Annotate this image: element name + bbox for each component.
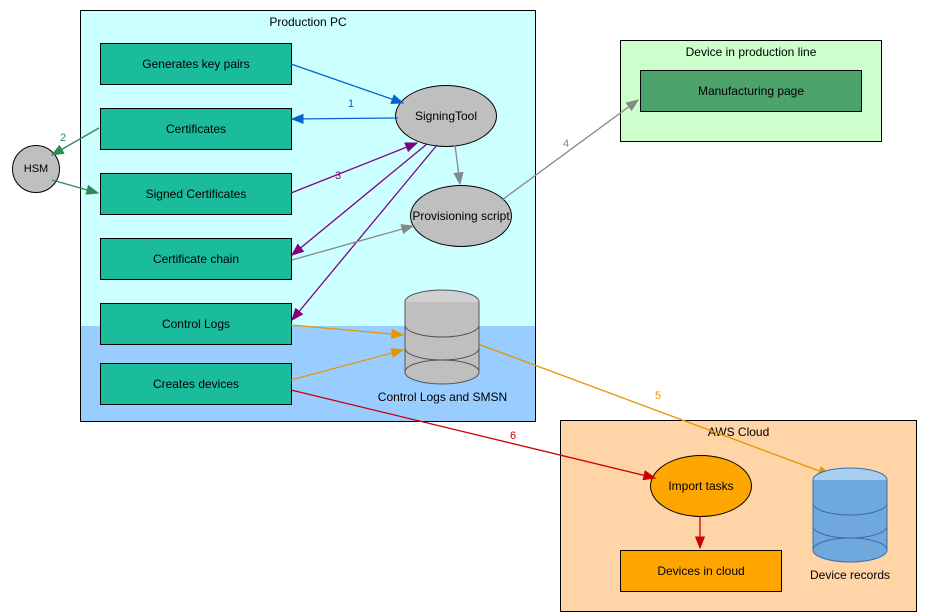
ellipse-hsm: HSM (12, 145, 60, 193)
production-pc-title: Production PC (81, 11, 535, 33)
ellipse-signing-tool: SigningTool (395, 85, 497, 147)
box-certificates: Certificates (100, 108, 292, 150)
box-manufacturing: Manufacturing page (640, 70, 862, 112)
aws-cloud-title: AWS Cloud (561, 421, 916, 443)
label-6: 6 (510, 430, 516, 442)
label-5: 5 (655, 390, 661, 402)
label-1: 1 (348, 98, 354, 110)
box-signed-certs: Signed Certificates (100, 173, 292, 215)
device-line-title: Device in production line (621, 41, 881, 63)
label-2: 2 (60, 132, 66, 144)
ellipse-provisioning: Provisioning script (410, 185, 512, 247)
label-3: 3 (335, 170, 341, 182)
box-key-pairs: Generates key pairs (100, 43, 292, 85)
box-control-logs: Control Logs (100, 303, 292, 345)
ellipse-import-tasks: Import tasks (650, 455, 752, 517)
db-device-records-label: Device records (800, 568, 900, 582)
box-cert-chain: Certificate chain (100, 238, 292, 280)
db-control-logs-label: Control Logs and SMSN (370, 390, 515, 404)
box-creates-devices: Creates devices (100, 363, 292, 405)
label-4: 4 (563, 138, 569, 150)
box-devices-cloud: Devices in cloud (620, 550, 782, 592)
diagram-canvas: Production PC Device in production line … (0, 0, 926, 616)
